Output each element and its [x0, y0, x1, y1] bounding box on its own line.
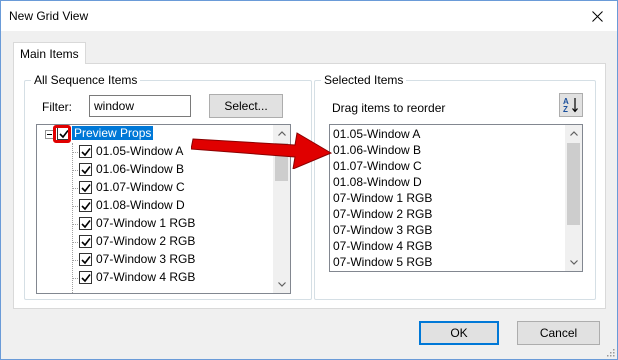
tree-checkbox[interactable]: [79, 217, 92, 230]
group-legend: All Sequence Items: [31, 73, 141, 87]
checkmark-icon: [81, 184, 91, 193]
list-item[interactable]: 01.08-Window D: [333, 175, 422, 191]
select-button[interactable]: Select...: [209, 94, 283, 118]
list-item[interactable]: 07-Window 5 RGB: [333, 255, 432, 271]
tree-checkbox[interactable]: [79, 235, 92, 248]
chevron-down-icon: [569, 260, 578, 265]
close-icon: [591, 10, 603, 22]
tree-checkbox[interactable]: [79, 181, 92, 194]
scroll-thumb[interactable]: [567, 143, 580, 225]
annotation-arrow: [191, 132, 333, 169]
checkmark-icon: [81, 220, 91, 229]
tree-checkbox[interactable]: [79, 271, 92, 284]
list-item[interactable]: 01.07-Window C: [333, 159, 422, 175]
selected-items-group: Selected Items Drag items to reorder A Z…: [314, 73, 596, 300]
list-item[interactable]: 07-Window 3 RGB: [333, 223, 432, 239]
tab-label: Main Items: [20, 47, 79, 61]
ok-button[interactable]: OK: [419, 321, 499, 345]
window-title: New Grid View: [9, 9, 89, 23]
tree-node-label: 07-Window 3 RGB: [96, 252, 196, 266]
list-item[interactable]: 07-Window 4 RGB: [333, 239, 432, 255]
close-button[interactable]: [577, 1, 617, 31]
filter-label: Filter:: [42, 100, 72, 114]
chevron-up-icon: [569, 131, 578, 136]
checkmark-icon: [81, 148, 91, 157]
group-legend: Selected Items: [321, 73, 407, 87]
select-button-label: Select...: [224, 99, 268, 113]
ok-button-label: OK: [450, 326, 468, 340]
dialog-window: New Grid View Main Items All Sequence It…: [0, 0, 618, 360]
tree-line: [72, 143, 73, 293]
scroll-down-button[interactable]: [565, 254, 582, 271]
checkmark-icon: [81, 202, 91, 211]
cancel-button[interactable]: Cancel: [517, 321, 600, 345]
tree-node-label: 01.07-Window C: [96, 180, 185, 194]
sort-button[interactable]: A Z: [559, 93, 583, 117]
checkmark-icon: [81, 256, 91, 265]
tree-node-label: 07-Window 1 RGB: [96, 216, 196, 230]
title-bar: New Grid View: [1, 1, 617, 31]
cancel-button-label: Cancel: [539, 326, 578, 340]
tree-checkbox[interactable]: [79, 145, 92, 158]
filter-input[interactable]: [89, 95, 191, 117]
tree-node-label: 01.06-Window B: [96, 162, 185, 176]
tree-node-label: 01.05-Window A: [96, 144, 184, 158]
tab-main-items[interactable]: Main Items: [13, 42, 86, 64]
annotation-highlight-box: [53, 125, 71, 143]
checkmark-icon: [81, 166, 91, 175]
selected-items-list[interactable]: 01.05-Window A 01.06-Window B 01.07-Window…: [329, 124, 583, 272]
resize-grip-icon[interactable]: [605, 347, 615, 357]
sort-az-icon: A Z: [563, 97, 578, 114]
drag-hint-label: Drag items to reorder: [332, 101, 446, 115]
list-item[interactable]: 01.05-Window A: [333, 127, 420, 143]
list-item[interactable]: 07-Window 1 RGB: [333, 191, 432, 207]
tree-checkbox[interactable]: [79, 163, 92, 176]
tree-node-label: 07-Window 2 RGB: [96, 234, 196, 248]
list-item[interactable]: 01.06-Window B: [333, 143, 421, 159]
scroll-down-button[interactable]: [273, 276, 290, 293]
tree-node-label: 01.08-Window D: [96, 198, 185, 212]
tree-node-label: Preview Props: [72, 126, 154, 140]
svg-text:Z: Z: [563, 105, 568, 114]
chevron-down-icon: [277, 282, 286, 287]
tree-checkbox[interactable]: [79, 253, 92, 266]
scroll-up-button[interactable]: [565, 125, 582, 142]
list-scrollbar[interactable]: [565, 125, 582, 271]
tree-checkbox[interactable]: [79, 199, 92, 212]
list-item[interactable]: 07-Window 2 RGB: [333, 207, 432, 223]
main-items-panel: All Sequence Items Filter: Select... Pre…: [13, 63, 606, 309]
checkmark-icon: [81, 238, 91, 247]
all-sequence-items-group: All Sequence Items Filter: Select... Pre…: [24, 73, 312, 300]
checkmark-icon: [81, 274, 91, 283]
tree-node-label: 07-Window 4 RGB: [96, 270, 196, 284]
